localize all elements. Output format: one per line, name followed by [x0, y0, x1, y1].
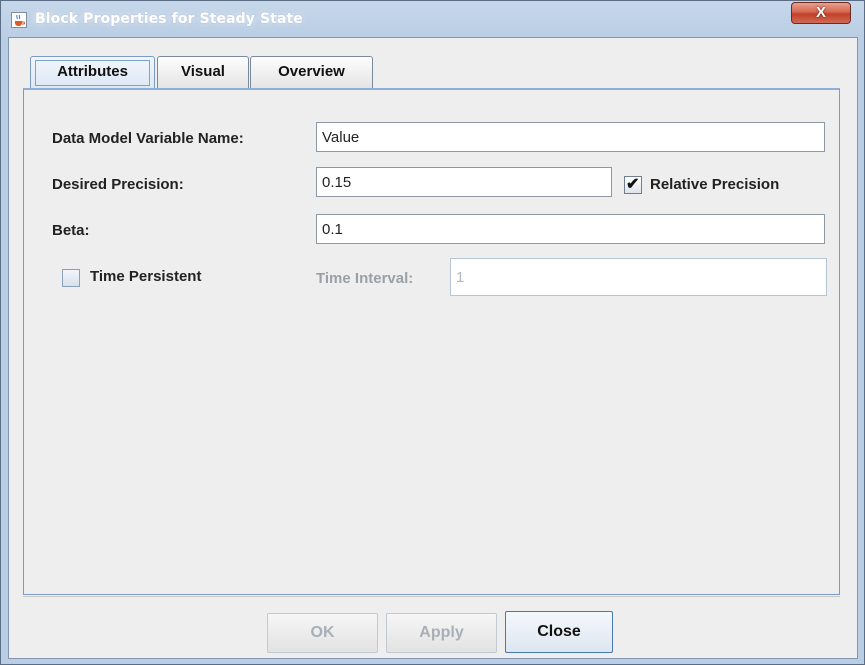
close-button[interactable]: Close [505, 611, 613, 653]
java-cup-icon[interactable] [11, 12, 27, 28]
tab-attributes[interactable]: Attributes [30, 56, 155, 89]
checkmark-icon: ✔ [626, 176, 640, 193]
time-persistent-label: Time Persistent [90, 268, 202, 285]
time-persistent-checkbox[interactable] [62, 269, 80, 287]
beta-input[interactable]: 0.1 [316, 214, 825, 244]
desired-precision-label: Desired Precision: [52, 176, 184, 193]
tab-attributes-label: Attributes [35, 60, 150, 86]
relative-precision-label: Relative Precision [650, 176, 780, 193]
tab-overview-label: Overview [278, 63, 345, 80]
title-bar[interactable]: Block Properties for Steady State X [1, 1, 864, 37]
attributes-panel [23, 88, 840, 595]
desired-precision-input[interactable]: 0.15 [316, 167, 612, 197]
tab-overview[interactable]: Overview [250, 56, 373, 88]
tab-visual[interactable]: Visual [157, 56, 249, 88]
time-interval-label: Time Interval: [316, 270, 414, 287]
variable-name-label: Data Model Variable Name: [52, 130, 244, 147]
close-window-button[interactable]: X [791, 2, 851, 24]
beta-label: Beta: [52, 222, 90, 239]
ok-button[interactable]: OK [267, 613, 378, 653]
close-icon: X [815, 4, 826, 21]
window-title: Block Properties for Steady State [35, 11, 303, 27]
time-interval-input[interactable]: 1 [450, 258, 827, 296]
variable-name-input[interactable]: Value [316, 122, 825, 152]
tab-visual-label: Visual [181, 63, 225, 80]
apply-button[interactable]: Apply [386, 613, 497, 653]
relative-precision-checkbox[interactable]: ✔ [624, 176, 642, 194]
